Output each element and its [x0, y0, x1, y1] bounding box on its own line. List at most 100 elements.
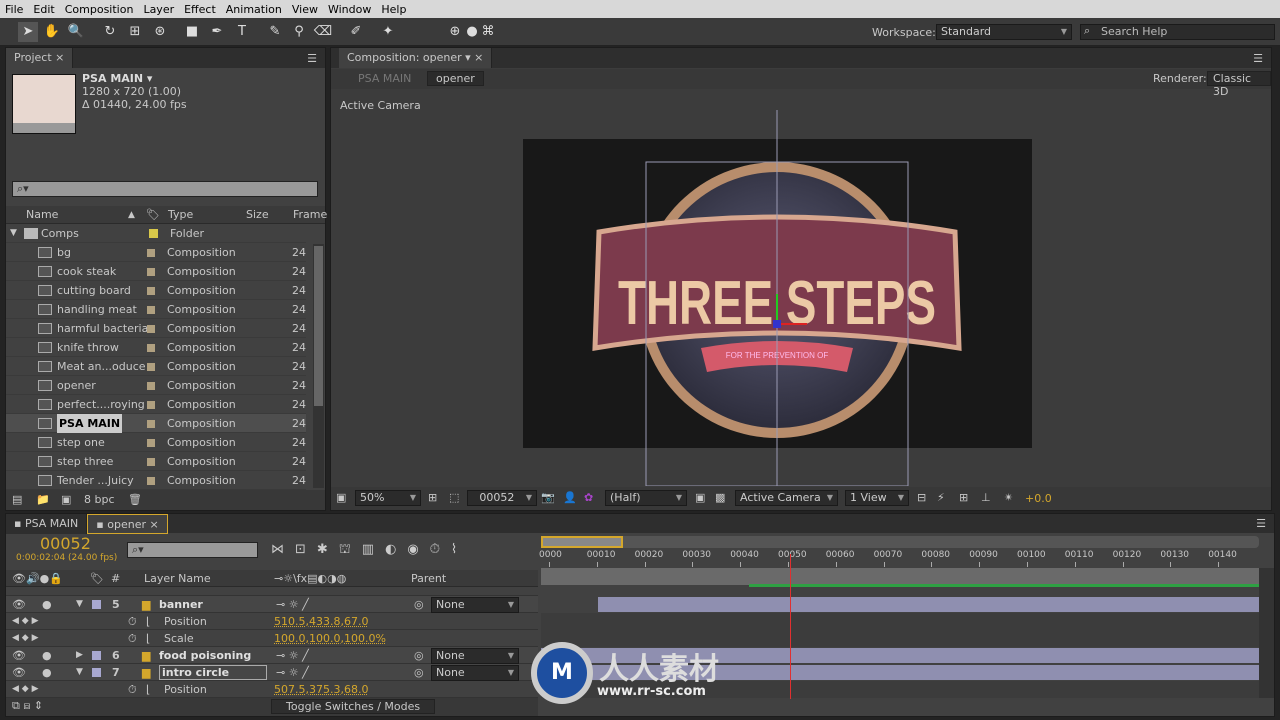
layer-switches-icon[interactable]: ⧉ ⧈ ⇕ — [12, 699, 43, 713]
project-item[interactable]: handling meat Composition 24 — [6, 300, 306, 319]
keyframe-navigator-icon[interactable]: ◀ ◆ ▶ — [12, 681, 39, 698]
toggle-switches-modes-button[interactable]: Toggle Switches / Modes — [271, 699, 436, 714]
eye-icon[interactable]: 👁 — [12, 664, 26, 681]
pen-tool-icon[interactable]: ✒ — [207, 22, 227, 42]
roto-brush-tool-icon[interactable]: ✐ — [346, 22, 366, 42]
layer-name[interactable]: banner — [159, 596, 203, 613]
renderer-button[interactable]: Classic 3D — [1207, 71, 1271, 98]
menu-effect[interactable]: Effect — [179, 3, 221, 16]
close-icon[interactable]: × — [150, 518, 159, 531]
tab-psa-main[interactable]: ▪ PSA MAIN — [6, 513, 88, 534]
property-row[interactable]: ◀ ◆ ▶ ⏱ ⌊ Scale 100.0,100.0,100.0% — [6, 630, 538, 647]
stopwatch-icon[interactable]: ⏱ — [128, 681, 137, 698]
menu-file[interactable]: File — [0, 3, 28, 16]
pan-behind-tool-icon[interactable]: ⊛ — [150, 22, 170, 42]
graph-editor-icon[interactable]: ◐ — [385, 542, 407, 557]
rectangle-tool-icon[interactable]: ■ — [182, 22, 202, 42]
view-layout-dropdown[interactable]: 1 View — [845, 490, 909, 506]
project-item[interactable]: perfect....roying Composition 24 — [6, 395, 306, 414]
close-icon[interactable]: × — [474, 51, 483, 64]
breadcrumb-psa-main[interactable]: PSA MAIN — [358, 72, 411, 85]
eye-icon[interactable]: 👁 — [12, 596, 26, 613]
hand-tool-icon[interactable]: ✋ — [42, 22, 62, 42]
exposure-value[interactable]: +0.0 — [1025, 492, 1052, 505]
solo-icon[interactable]: ● — [42, 647, 52, 664]
expand-triangle-icon[interactable]: ▶ — [76, 647, 83, 664]
layer-row[interactable]: 👁 ● ▼ 7 ▆ intro circle ⊸ ☼ ╱ ◎ None — [6, 664, 538, 681]
column-name[interactable]: Name — [26, 206, 58, 224]
project-item[interactable]: bg Composition 24 — [6, 243, 306, 262]
snapshot-icon[interactable]: 📷 — [541, 491, 555, 504]
selection-tool-icon[interactable]: ➤ — [18, 22, 38, 42]
brainstorm-icon[interactable]: ◉ — [407, 542, 429, 557]
tab-composition[interactable]: Composition: opener ▾ × — [339, 48, 493, 68]
layer-row[interactable]: 👁 ● ▼ 5 ▆ banner ⊸ ☼ ╱ ◎ None — [6, 596, 538, 613]
column-layer-name[interactable]: Layer Name — [144, 570, 211, 587]
interpret-footage-icon[interactable]: ▤ — [12, 490, 22, 510]
layer-switches[interactable]: ⊸ ☼ ╱ — [276, 664, 309, 681]
draft-3d-icon[interactable]: ⊡ — [295, 542, 317, 557]
region-of-interest-icon[interactable]: ▣ — [695, 491, 705, 504]
resolution-dropdown[interactable]: (Half) — [605, 490, 687, 506]
menu-window[interactable]: Window — [323, 3, 376, 16]
column-frame[interactable]: Frame — [293, 206, 327, 224]
property-row[interactable]: ◀ ◆ ▶ ⏱ ⌊ Position 507.5,375.3,68.0 — [6, 681, 538, 698]
pixel-aspect-icon[interactable]: ⊟ — [917, 491, 926, 504]
current-time-field[interactable]: 00052 — [467, 490, 537, 506]
comp-viewer[interactable]: THREE STEPS FOR THE PREVENTION OF — [331, 90, 1271, 486]
close-icon[interactable]: × — [55, 51, 64, 64]
solo-icon[interactable]: ● — [42, 664, 52, 681]
project-item[interactable]: knife throw Composition 24 — [6, 338, 306, 357]
keyframe-navigator-icon[interactable]: ◀ ◆ ▶ — [12, 630, 39, 647]
keyframe-navigator-icon[interactable]: ◀ ◆ ▶ — [12, 613, 39, 630]
eye-icon[interactable]: 👁 — [12, 647, 26, 664]
label-tag-icon[interactable]: 🏷 — [146, 206, 160, 224]
project-item[interactable]: PSA MAIN Composition 24 — [6, 414, 306, 433]
panel-menu-icon[interactable]: ☰ — [1253, 52, 1263, 65]
project-item[interactable]: step three Composition 24 — [6, 452, 306, 471]
collapse-triangle-icon[interactable]: ▼ — [76, 664, 83, 681]
layer-row[interactable]: 👁 ● ▶ 6 ▆ food poisoning ⊸ ☼ ╱ ◎ None — [6, 647, 538, 664]
search-help-input[interactable]: Search Help — [1080, 24, 1275, 40]
comp-mini-flowchart-icon[interactable]: ⋈ — [271, 542, 295, 557]
mask-visibility-icon[interactable]: ⬚ — [449, 491, 459, 504]
column-type[interactable]: Type — [168, 206, 193, 224]
stopwatch-icon[interactable]: ⏱ — [128, 613, 137, 630]
stopwatch-icon[interactable]: ⏱ — [128, 630, 137, 647]
panel-menu-icon[interactable]: ☰ — [1256, 517, 1266, 530]
project-item[interactable]: opener Composition 24 — [6, 376, 306, 395]
puppet-tool-icon[interactable]: ✦ — [378, 22, 398, 42]
menu-composition[interactable]: Composition — [60, 3, 139, 16]
exposure-icon[interactable]: ✴ — [1004, 491, 1013, 504]
layer-switches[interactable]: ⊸ ☼ ╱ — [276, 596, 309, 613]
camera-view-dropdown[interactable]: Active Camera — [735, 490, 838, 506]
playhead[interactable] — [789, 554, 791, 699]
project-item[interactable]: cook steak Composition 24 — [6, 262, 306, 281]
workspace-dropdown[interactable]: Standard — [936, 24, 1072, 40]
text-tool-icon[interactable]: T — [232, 22, 252, 42]
timeline-scrollbar[interactable] — [1259, 568, 1274, 698]
channel-icon[interactable]: ✿ — [584, 491, 593, 504]
eraser-tool-icon[interactable]: ⌫ — [313, 22, 333, 42]
column-size[interactable]: Size — [246, 206, 269, 224]
menu-view[interactable]: View — [287, 3, 323, 16]
time-ruler[interactable]: 0000 00010 00020 00030 00040 00050 00060 00070 0… — [539, 550, 1259, 568]
shy-layers-icon[interactable]: ✱ — [317, 542, 339, 557]
menu-help[interactable]: Help — [376, 3, 411, 16]
property-value[interactable]: 507.5,375.3,68.0 — [274, 681, 368, 698]
collapse-triangle-icon[interactable]: ▼ — [76, 596, 83, 613]
layer-duration-bar[interactable] — [598, 597, 1259, 612]
zoom-tool-icon[interactable]: 🔍 — [66, 22, 86, 42]
project-item[interactable]: Meat an...oduce Composition 24 — [6, 357, 306, 376]
project-scrollbar[interactable] — [313, 244, 324, 488]
grid-guides-icon[interactable]: ⊞ — [428, 491, 437, 504]
rotate-tool-icon[interactable]: ↻ — [100, 22, 120, 42]
comp-name[interactable]: PSA MAIN ▾ — [82, 72, 187, 85]
folder-row-comps[interactable]: ▼ Comps Folder — [6, 224, 306, 243]
property-row[interactable]: ◀ ◆ ▶ ⏱ ⌊ Position 510.5,433.8,67.0 — [6, 613, 538, 630]
menu-edit[interactable]: Edit — [28, 3, 59, 16]
pickwhip-icon[interactable]: ◎ — [414, 647, 424, 664]
work-area-bar[interactable] — [541, 568, 1259, 585]
graph-icon[interactable]: ⌇ — [451, 542, 468, 557]
new-comp-icon[interactable]: ▣ — [61, 490, 71, 510]
